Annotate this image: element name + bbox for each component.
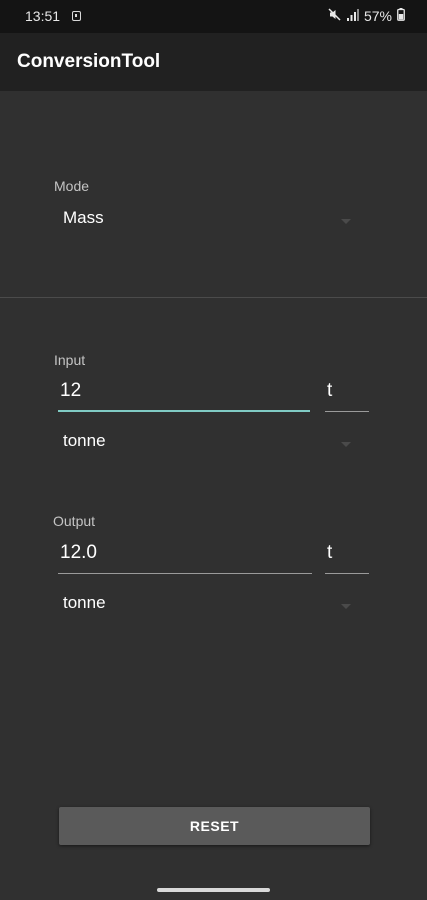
- dropdown-arrow-icon: [341, 442, 351, 447]
- mute-icon: [328, 8, 341, 24]
- output-value-underline: [58, 573, 312, 574]
- app-title: ConversionTool: [17, 51, 161, 72]
- input-value-field[interactable]: 12: [58, 378, 310, 412]
- input-unit-symbol-underline: [325, 411, 369, 412]
- battery-icon: [397, 8, 405, 24]
- app-bar: ConversionTool: [0, 33, 427, 91]
- gesture-nav-handle[interactable]: [157, 888, 270, 892]
- output-value-field[interactable]: 12.0: [58, 540, 312, 574]
- signal-icon: [346, 8, 359, 24]
- output-unit-symbol-underline: [325, 573, 369, 574]
- output-value-text: 12.0: [60, 542, 97, 563]
- output-label: Output: [53, 513, 96, 529]
- input-value-underline: [58, 410, 310, 412]
- battery-percent: 57%: [363, 8, 392, 24]
- status-bar: 13:51 57%: [0, 0, 427, 33]
- input-label: Input: [54, 352, 86, 368]
- mode-spinner[interactable]: Mass: [53, 206, 351, 236]
- input-value-text: 12: [60, 380, 82, 401]
- output-unit-symbol-field[interactable]: t: [325, 540, 369, 574]
- input-unit-spinner[interactable]: tonne: [53, 429, 351, 459]
- output-unit-spinner-value: tonne: [63, 593, 106, 612]
- input-unit-symbol-text: t: [327, 380, 333, 401]
- reset-button[interactable]: RESET: [59, 807, 370, 845]
- status-time: 13:51: [25, 8, 61, 24]
- output-unit-spinner[interactable]: tonne: [53, 591, 351, 621]
- notification-icon: [72, 11, 81, 21]
- output-unit-symbol-text: t: [327, 542, 333, 563]
- dropdown-arrow-icon: [341, 219, 351, 224]
- mode-spinner-value: Mass: [63, 208, 104, 227]
- input-unit-symbol-field[interactable]: t: [325, 378, 369, 412]
- section-divider: [0, 297, 427, 298]
- input-unit-spinner-value: tonne: [63, 431, 106, 450]
- mode-label: Mode: [54, 178, 90, 194]
- status-icons: 57%: [328, 8, 405, 24]
- dropdown-arrow-icon: [341, 604, 351, 609]
- app-screen: 13:51 57% ConversionTool Mode Mass Input…: [0, 0, 427, 900]
